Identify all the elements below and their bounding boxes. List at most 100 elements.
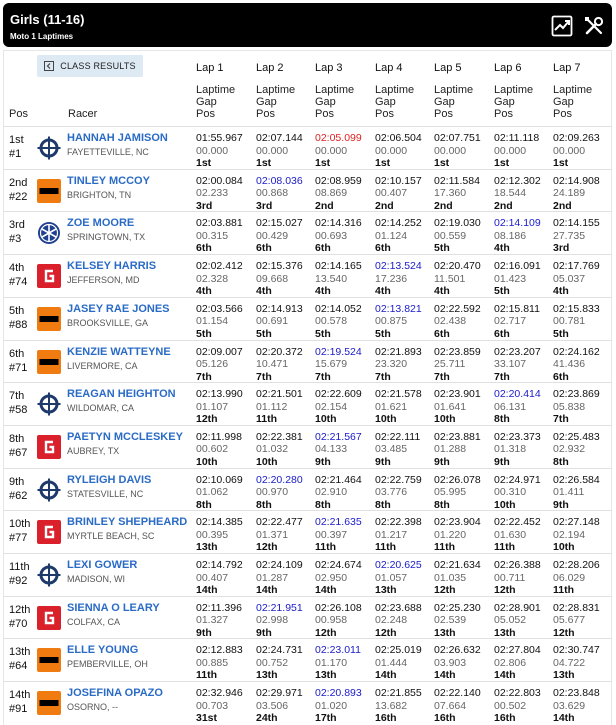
lap-position: 16th: [494, 712, 516, 725]
lap-position: 9th: [434, 455, 450, 468]
gap: 01.124: [375, 229, 408, 242]
lap-position: 13th: [256, 669, 278, 682]
rider-number: #62: [9, 489, 28, 502]
lap-cell: 02:22.381 01.032 10th: [256, 431, 303, 469]
rider-name-link[interactable]: JASEY RAE JONES: [67, 303, 170, 315]
rider-name-link[interactable]: PAETYN MCCLESKEY: [67, 431, 183, 443]
finish-position: 11th: [9, 561, 30, 573]
laptime: 02:03.566: [196, 302, 243, 315]
gap: 00.578: [315, 315, 348, 328]
rider-name-link[interactable]: JOSEFINA OPAZO: [67, 687, 163, 699]
position-cell: 3rd #3: [9, 218, 25, 246]
rider-hometown: AUBREY, TX: [67, 445, 120, 456]
lap-position: 4th: [256, 285, 272, 298]
laptime: 02:22.592: [434, 302, 481, 315]
laptime: 02:21.951: [256, 601, 303, 614]
laptime: 02:26.584: [553, 473, 600, 486]
rider-name-link[interactable]: TINLEY MCCOY: [67, 175, 150, 187]
laptime: 02:23.904: [434, 516, 481, 529]
lap-position: 11th: [434, 541, 456, 554]
gap: 04.722: [553, 656, 586, 669]
gap: 00.000: [375, 144, 408, 157]
rider-number: #70: [9, 617, 28, 630]
lap-cell: 02:22.759 03.776 8th: [375, 474, 422, 512]
finish-position: 6th: [9, 347, 25, 360]
rider-name-link[interactable]: ZOE MOORE: [67, 217, 134, 229]
gap: 25.711: [434, 358, 466, 370]
class-results-button[interactable]: CLASS RESULTS: [37, 55, 143, 77]
rider-name-link[interactable]: REAGAN HEIGHTON: [67, 388, 176, 400]
rider-number: #58: [9, 404, 28, 417]
lap-cell: 02:14.252 01.124 6th: [375, 217, 422, 255]
gap: 08.186: [494, 229, 527, 242]
lap-position: 14th: [434, 669, 456, 682]
laptime: 02:08.959: [315, 174, 362, 187]
laptime: 02:24.109: [256, 559, 303, 571]
lap-position: 6th: [553, 370, 569, 383]
lap-subheader-label: Gap: [256, 96, 277, 108]
lap-position: 24th: [256, 712, 278, 725]
class-results-label: CLASS RESULTS: [60, 61, 136, 71]
rider-name-link[interactable]: BRINLEY SHEPHEARD: [67, 516, 187, 528]
lap-cell: 02:27.804 02.806 14th: [494, 644, 541, 682]
rider-name-link[interactable]: SIENNA O LEARY: [67, 602, 160, 614]
lap-cell: 02:20.414 06.131 8th: [494, 388, 541, 426]
gap: 02.328: [196, 272, 229, 285]
laptime: 02:14.908: [553, 174, 600, 187]
rider-name-link[interactable]: KENZIE WATTEYNE: [67, 346, 171, 358]
lap-cell: 02:14.109 08.186 4th: [494, 217, 541, 255]
lap-cell: 02:21.855 13.682 16th: [375, 687, 422, 725]
lap-position: 6th: [315, 242, 331, 255]
lap-cell: 02:15.811 02.717 6th: [494, 303, 540, 341]
gap: 13.540: [315, 272, 348, 285]
table-row: 11th #92 LEXI GOWER MADISON, WI 02:14.792 00.…: [3, 553, 612, 596]
lap-subheader-label: Gap: [375, 96, 396, 108]
lap-position: 4th: [553, 285, 569, 298]
rider-hometown: JEFFERSON, MD: [67, 275, 140, 286]
lap-cell: 02:20.372 10.471 7th: [256, 346, 303, 384]
laptime: 02:09.007: [196, 345, 243, 358]
lap-position: 13th: [375, 584, 397, 596]
rider-name-link[interactable]: RYLEIGH DAVIS: [67, 474, 151, 486]
lap-subheader-label: Laptime: [256, 84, 296, 96]
laptime: 02:28.901: [494, 601, 541, 614]
rider-name-link[interactable]: ELLE YOUNG: [67, 644, 138, 656]
lap-position: 17th: [315, 712, 337, 725]
lap-position: 9th: [256, 626, 272, 639]
gap: 00.691: [256, 315, 289, 328]
rider-name-link[interactable]: HANNAH JAMISON: [67, 132, 168, 144]
laptime: 02:21.578: [375, 388, 422, 401]
rider-name-link[interactable]: KELSEY HARRIS: [67, 260, 156, 272]
tools-icon[interactable]: [583, 15, 605, 37]
gap: 01.641: [434, 400, 467, 413]
lap-subheader-label: Laptime: [196, 84, 236, 96]
lap-position: 11th: [196, 669, 218, 682]
chart-trend-icon[interactable]: [551, 15, 573, 37]
gasgas-logo-icon: [37, 434, 61, 459]
lap-cell: 02:26.632 03.903 14th: [434, 644, 481, 682]
rider-number: #67: [9, 446, 28, 459]
laptime: 02:22.803: [494, 687, 541, 700]
gap: 01.630: [494, 528, 527, 541]
lap-cell: 02:28.206 06.029 11th: [553, 559, 600, 597]
lap-cell: 02:14.908 24.189 2nd: [553, 175, 600, 213]
lap-cell: 02:26.388 00.711 12th: [494, 559, 541, 597]
lap-subheader-label: Laptime: [553, 84, 593, 96]
lap-cell: 02:10.069 01.062 8th: [196, 474, 243, 512]
gap: 00.000: [434, 144, 467, 157]
lap-position: 9th: [315, 455, 331, 468]
rider-name-link[interactable]: LEXI GOWER: [67, 559, 137, 571]
finish-position: 3rd: [9, 219, 25, 232]
lap-cell: 02:21.893 23.320 7th: [375, 346, 422, 384]
rider-hometown: FAYETTEVILLE, NC: [67, 147, 149, 157]
table-row: 9th #62 RYLEIGH DAVIS STATESVILLE, NC 02:10.…: [3, 467, 612, 512]
lap-cell: 02:21.567 04.133 9th: [315, 431, 362, 469]
lap-subheader-label: Laptime: [434, 84, 474, 96]
lap-position: 4th: [434, 285, 450, 298]
ktm-logo-icon: [37, 349, 61, 374]
pos-column-label: Pos: [9, 108, 28, 120]
lap-position: 16th: [434, 712, 456, 725]
lap-position: 1st: [434, 157, 450, 169]
laptime: 02:11.396: [196, 601, 242, 614]
gap: 00.315: [196, 229, 229, 242]
